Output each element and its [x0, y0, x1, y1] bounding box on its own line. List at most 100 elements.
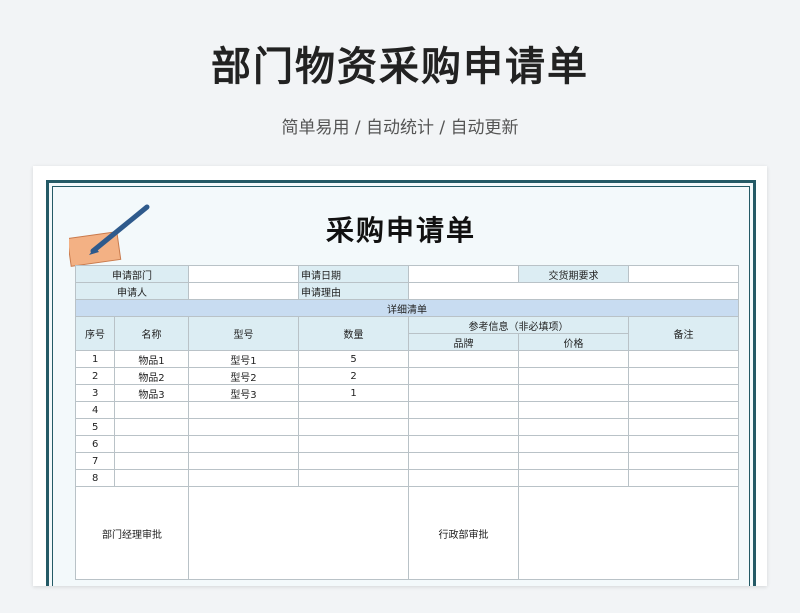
table-row: 5 [75, 418, 739, 436]
item-brand[interactable] [408, 384, 519, 402]
table-row: 4 [75, 401, 739, 419]
item-brand[interactable] [408, 469, 519, 487]
reason-label: 申请理由 [298, 282, 409, 300]
page-subtitle: 简单易用 / 自动统计 / 自动更新 [281, 118, 519, 138]
item-name[interactable] [114, 401, 189, 419]
item-qty[interactable] [298, 435, 409, 453]
sheet-title: 采购申请单 [325, 214, 476, 247]
col-header-brand: 品牌 [408, 333, 519, 351]
item-model[interactable]: 型号1 [188, 350, 299, 368]
item-model[interactable] [188, 401, 299, 419]
item-index: 8 [75, 469, 115, 487]
dept-label: 申请部门 [75, 265, 189, 283]
item-price[interactable] [518, 418, 629, 436]
col-header-name: 名称 [114, 316, 189, 351]
item-model[interactable]: 型号2 [188, 367, 299, 385]
table-row: 8 [75, 469, 739, 487]
date-input[interactable] [408, 265, 519, 283]
page-title: 部门物资采购申请单 [211, 44, 589, 90]
item-brand[interactable] [408, 401, 519, 419]
admin-approval-label: 行政部审批 [408, 486, 519, 580]
dept-input[interactable] [188, 265, 299, 283]
item-remark[interactable] [628, 469, 739, 487]
item-remark[interactable] [628, 384, 739, 402]
item-name[interactable]: 物品1 [114, 350, 189, 368]
item-index: 4 [75, 401, 115, 419]
table-row: 6 [75, 435, 739, 453]
item-price[interactable] [518, 401, 629, 419]
item-model[interactable] [188, 435, 299, 453]
item-price[interactable] [518, 469, 629, 487]
item-qty[interactable]: 2 [298, 367, 409, 385]
item-price[interactable] [518, 452, 629, 470]
item-model[interactable]: 型号3 [188, 384, 299, 402]
item-rows: 1 物品1 型号1 5 2 物品2 型号2 2 3 物品3 型号3 1 4 5 6 7 8 [75, 350, 739, 487]
item-index: 6 [75, 435, 115, 453]
item-remark[interactable] [628, 435, 739, 453]
header-row-1: 序号 名称 型号 数量 参考信息（非必填项） 备注 [75, 316, 739, 351]
table-row: 2 物品2 型号2 2 [75, 367, 739, 385]
item-name[interactable]: 物品2 [114, 367, 189, 385]
item-price[interactable] [518, 367, 629, 385]
item-model[interactable] [188, 418, 299, 436]
table-row: 7 [75, 452, 739, 470]
item-model[interactable] [188, 469, 299, 487]
item-qty[interactable] [298, 401, 409, 419]
item-remark[interactable] [628, 418, 739, 436]
sheet-frame: 采购申请单 申请部门 申请日期 交货期要求 申请人 申请理由 详细清单 序号 名… [46, 180, 756, 586]
col-header-index: 序号 [75, 316, 115, 351]
col-header-price: 价格 [518, 333, 629, 351]
applicant-input[interactable] [188, 282, 299, 300]
item-price[interactable] [518, 384, 629, 402]
item-qty[interactable]: 5 [298, 350, 409, 368]
item-remark[interactable] [628, 367, 739, 385]
applicant-label: 申请人 [75, 282, 189, 300]
table-row: 3 物品3 型号3 1 [75, 384, 739, 402]
col-header-qty: 数量 [298, 316, 409, 351]
item-price[interactable] [518, 350, 629, 368]
col-header-model: 型号 [188, 316, 299, 351]
table-row: 1 物品1 型号1 5 [75, 350, 739, 368]
item-index: 5 [75, 418, 115, 436]
item-price[interactable] [518, 435, 629, 453]
item-brand[interactable] [408, 367, 519, 385]
item-remark[interactable] [628, 452, 739, 470]
item-qty[interactable] [298, 418, 409, 436]
dept-manager-approval-field[interactable] [188, 486, 409, 580]
col-header-ref-group: 参考信息（非必填项） [408, 316, 629, 334]
item-name[interactable] [114, 418, 189, 436]
form-row-applicant: 申请人 申请理由 [75, 282, 739, 300]
item-name[interactable] [114, 452, 189, 470]
item-index: 1 [75, 350, 115, 368]
form-preview-card: 采购申请单 申请部门 申请日期 交货期要求 申请人 申请理由 详细清单 序号 名… [33, 166, 767, 586]
item-brand[interactable] [408, 452, 519, 470]
item-qty[interactable]: 1 [298, 384, 409, 402]
sheet-inner-border: 采购申请单 申请部门 申请日期 交货期要求 申请人 申请理由 详细清单 序号 名… [52, 186, 750, 586]
item-model[interactable] [188, 452, 299, 470]
col-header-remark: 备注 [628, 316, 739, 351]
item-index: 7 [75, 452, 115, 470]
item-brand[interactable] [408, 350, 519, 368]
item-index: 2 [75, 367, 115, 385]
form-row-dept: 申请部门 申请日期 交货期要求 [75, 265, 739, 283]
item-qty[interactable] [298, 469, 409, 487]
item-brand[interactable] [408, 435, 519, 453]
reason-input[interactable] [408, 282, 739, 300]
item-name[interactable] [114, 435, 189, 453]
purchase-form-table: 申请部门 申请日期 交货期要求 申请人 申请理由 详细清单 序号 名称 型号 数… [75, 265, 739, 580]
item-qty[interactable] [298, 452, 409, 470]
delivery-label: 交货期要求 [518, 265, 629, 283]
admin-approval-field[interactable] [518, 486, 739, 580]
item-index: 3 [75, 384, 115, 402]
approval-row: 部门经理审批 行政部审批 [75, 486, 739, 580]
date-label: 申请日期 [298, 265, 409, 283]
item-brand[interactable] [408, 418, 519, 436]
dept-manager-approval-label: 部门经理审批 [75, 486, 189, 580]
delivery-input[interactable] [628, 265, 739, 283]
section-label: 详细清单 [75, 299, 739, 317]
item-name[interactable] [114, 469, 189, 487]
item-remark[interactable] [628, 401, 739, 419]
section-row: 详细清单 [75, 299, 739, 317]
item-name[interactable]: 物品3 [114, 384, 189, 402]
item-remark[interactable] [628, 350, 739, 368]
